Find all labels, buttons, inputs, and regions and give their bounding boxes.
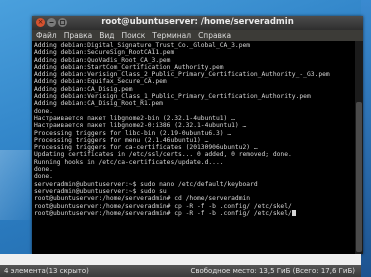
terminal-output[interactable]: Adding debian:Digital_Signature_Trust_Co…: [32, 41, 355, 254]
terminal-line: done.: [34, 166, 53, 174]
free-space-status: Свободное место: 13,5 ГиБ (Всего: 17,6 Г…: [190, 267, 355, 275]
menu-view[interactable]: Вид: [99, 30, 114, 41]
window-titlebar[interactable]: × root@ubuntuserver: /home/serveradmin: [32, 16, 363, 30]
terminal-line: Adding debian:Verisign_Class_2_Public_Pr…: [34, 71, 330, 79]
terminal-line: serveradmin@ubuntuserver:~$ sudo su: [34, 187, 167, 195]
terminal-line: Updating certificates in /etc/ssl/certs.…: [34, 151, 292, 159]
file-manager-statusbar: 4 элемента(13 скрыто) Свободное место: 1…: [0, 265, 361, 277]
terminal-line: done.: [34, 173, 53, 181]
terminal-line: Processing triggers for libc-bin (2.19-0…: [34, 129, 232, 137]
file-manager-window-edge: [0, 254, 361, 265]
terminal-line: Adding debian:QuoVadis_Root_CA_3.pem: [34, 56, 171, 64]
terminal-line: Adding debian:Equifax_Secure_CA.pem: [34, 78, 167, 86]
terminal-line: serveradmin@ubuntuserver:~$ sudo nano /e…: [34, 180, 258, 188]
terminal-line: Processing triggers for ca-certificates …: [34, 144, 258, 152]
terminal-current-command: root@ubuntuserver:/home/serveradmin# cp …: [34, 209, 292, 217]
terminal-line: Adding debian:CA_Disig.pem: [34, 85, 133, 93]
menu-bar: Файл Правка Вид Поиск Терминал Справка: [32, 30, 363, 41]
terminal-window[interactable]: × root@ubuntuserver: /home/serveradmin Ф…: [32, 16, 363, 254]
terminal-line: Processing triggers for menu (2.1.46ubun…: [34, 136, 209, 144]
terminal-scrollbar[interactable]: [355, 41, 363, 254]
terminal-line: Настраивается пакет libgnome2-bin (2.32.…: [34, 114, 235, 122]
terminal-line: Adding debian:Digital_Signature_Trust_Co…: [34, 42, 251, 49]
terminal-line: Adding debian:StartCom_Certification_Aut…: [34, 63, 224, 71]
terminal-line: Running hooks in /etc/ca-certificates/up…: [34, 158, 224, 166]
terminal-prompt-line: root@ubuntuserver:/home/serveradmin# cp …: [34, 209, 353, 217]
terminal-line: Adding debian:CA_Disig_Root_R1.pem: [34, 100, 163, 108]
item-count-status: 4 элемента(13 скрыто): [4, 267, 89, 275]
terminal-cursor: [291, 209, 296, 216]
desktop-background: × root@ubuntuserver: /home/serveradmin Ф…: [0, 0, 371, 277]
menu-file[interactable]: Файл: [36, 30, 57, 41]
menu-terminal[interactable]: Терминал: [152, 30, 191, 41]
terminal-line: root@ubuntuserver:/home/serveradmin# cd …: [34, 195, 251, 203]
terminal-line: done.: [34, 107, 53, 115]
menu-help[interactable]: Справка: [198, 30, 231, 41]
terminal-line: Adding debian:SecureSign_RootCA11.pem: [34, 49, 175, 57]
terminal-line: Настраивается пакет libgnome2-0:i386 (2.…: [34, 122, 247, 130]
scrollbar-thumb[interactable]: [356, 102, 362, 252]
terminal-line: Adding debian:Verisign_Class_1_Public_Pr…: [34, 93, 311, 101]
menu-edit[interactable]: Правка: [64, 30, 93, 41]
terminal-line: root@ubuntuserver:/home/serveradmin# cp …: [34, 202, 292, 210]
window-title: root@ubuntuserver: /home/serveradmin: [101, 17, 294, 27]
menu-search[interactable]: Поиск: [122, 30, 146, 41]
